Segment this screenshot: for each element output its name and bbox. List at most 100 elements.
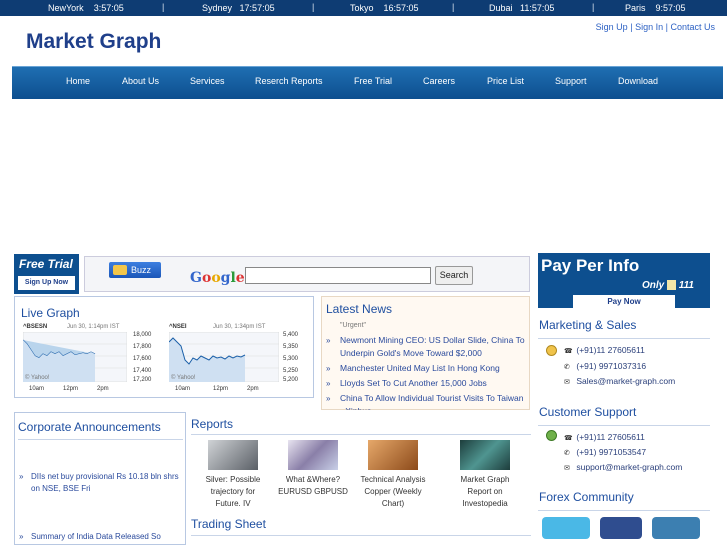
news-item[interactable]: » Newmont Mining CEO: US Dollar Slide, Ch…: [326, 334, 526, 360]
nav-download[interactable]: Download: [618, 76, 658, 86]
email-line[interactable]: ✉ support@market-graph.com: [564, 462, 682, 472]
pay-per-info-box: Pay Per Info Only 111 Pay Now: [538, 253, 710, 308]
y-tick: 17,800: [133, 344, 152, 350]
y-tick: 5,250: [283, 368, 299, 374]
search-input[interactable]: [245, 267, 431, 284]
email-icon: ✉: [564, 465, 570, 472]
divider: [191, 535, 531, 536]
search-button[interactable]: Search: [435, 266, 473, 285]
news-item[interactable]: » China To Allow Individual Tourist Visit…: [326, 392, 526, 410]
clock-newyork: NewYork 3:57:05: [48, 3, 124, 13]
wordpress-icon[interactable]: [652, 517, 700, 539]
x-tick: 12pm: [63, 386, 79, 392]
clock-paris: Paris 9:57:05: [625, 3, 686, 13]
rupee-icon: [667, 280, 677, 291]
buzz-button[interactable]: Buzz: [109, 262, 161, 278]
news-item[interactable]: » Lloyds Set To Cut Another 15,000 Jobs: [326, 377, 526, 390]
nav-careers[interactable]: Careers: [423, 76, 455, 86]
x-tick: 10am: [175, 386, 191, 392]
y-tick: 5,350: [283, 344, 299, 350]
forex-community-title: Forex Community: [539, 490, 634, 504]
report-item[interactable]: Silver: Possible trajectory for Future. …: [197, 440, 269, 510]
x-tick: 12pm: [213, 386, 229, 392]
phone-icon: ☎: [564, 348, 573, 355]
email-line[interactable]: ✉ Sales@market-graph.com: [564, 376, 675, 386]
news-item[interactable]: » Manchester United May List In Hong Kong: [326, 362, 526, 375]
announcement-item[interactable]: » Summary of India Data Released So: [19, 531, 179, 543]
site-header: Market Graph Sign Up | Sign In | Contact…: [12, 18, 723, 66]
nav-price-list[interactable]: Price List: [487, 76, 524, 86]
clock-separator: |: [592, 2, 595, 12]
x-tick: 2pm: [97, 386, 109, 392]
mobile-icon: ✆: [564, 364, 570, 371]
divider: [538, 425, 710, 426]
report-item[interactable]: Market Graph Report on Investopedia: [449, 440, 521, 510]
mobile-line: ✆ (+91) 9971053547: [564, 447, 647, 457]
site-logo[interactable]: Market Graph: [26, 30, 161, 54]
phone-line: ☎ (+91)11 27605611: [564, 345, 645, 355]
y-tick: 17,400: [133, 368, 152, 374]
nav-support[interactable]: Support: [555, 76, 587, 86]
divider: [538, 338, 710, 339]
chart-symbol: ^BSESN: [23, 324, 48, 330]
x-tick: 2pm: [247, 386, 259, 392]
forex-community-panel: Forex Community: [538, 490, 710, 545]
search-bar: Buzz Google Search: [84, 256, 530, 292]
y-tick: 18,000: [133, 332, 152, 338]
report-thumbnail: [208, 440, 258, 470]
reports-title: Reports: [191, 417, 234, 431]
trading-sheet-title: Trading Sheet: [191, 517, 266, 531]
report-thumbnail: [460, 440, 510, 470]
clock-tokyo: Tokyo 16:57:05: [350, 3, 419, 13]
y-tick: 17,200: [133, 377, 152, 383]
announcement-item[interactable]: » DIIs net buy provisional Rs 10.18 bln s…: [19, 471, 179, 495]
clock-separator: |: [312, 2, 315, 12]
report-item[interactable]: Technical Analysis Copper (Weekly Chart): [357, 440, 429, 510]
clock-separator: |: [162, 2, 165, 12]
buzz-icon: [113, 265, 127, 275]
mobile-icon: ✆: [564, 450, 570, 457]
reports-section: Reports Silver: Possible trajectory for …: [191, 414, 531, 528]
sign-up-now-button[interactable]: Sign Up Now: [18, 276, 75, 290]
latest-news-title: Latest News: [326, 302, 393, 316]
y-tick: 5,400: [283, 332, 299, 338]
nav-research-reports[interactable]: Reserch Reports: [255, 76, 323, 86]
nsei-chart[interactable]: ^NSEI Jun 30, 1:34pm IST 5,400 5,350 5,3…: [167, 324, 305, 396]
link-separator: |: [630, 22, 633, 32]
phone-icon: ☎: [564, 435, 573, 442]
main-nav: Home About Us Services Reserch Reports F…: [12, 66, 723, 99]
pay-per-info-title: Pay Per Info: [541, 256, 640, 275]
pay-now-button[interactable]: Pay Now: [573, 295, 675, 308]
account-links: Sign Up | Sign In | Contact Us: [596, 22, 715, 32]
divider: [538, 510, 710, 511]
nav-home[interactable]: Home: [66, 76, 90, 86]
nav-free-trial[interactable]: Free Trial: [354, 76, 392, 86]
divider: [191, 434, 531, 435]
signup-link[interactable]: Sign Up: [596, 22, 628, 32]
chart-credit: © Yahoo!: [171, 375, 196, 381]
pay-per-info-price: Only 111: [642, 280, 694, 291]
free-trial-title: Free Trial: [19, 257, 73, 271]
twitter-icon[interactable]: [542, 517, 590, 539]
facebook-icon[interactable]: [600, 517, 642, 539]
news-partial-item: "Urgent": [340, 322, 367, 329]
y-tick: 5,200: [283, 377, 299, 383]
x-tick: 10am: [29, 386, 45, 392]
nav-services[interactable]: Services: [190, 76, 225, 86]
bsesn-chart[interactable]: ^BSESN Jun 30, 1:14pm IST 18,000 17,800 …: [21, 324, 159, 396]
report-item[interactable]: What &Where? EURUSD GBPUSD: [277, 440, 349, 498]
email-icon: ✉: [564, 379, 570, 386]
report-thumbnail: [288, 440, 338, 470]
clock-dubai: Dubai 11:57:05: [489, 3, 555, 13]
clock-separator: |: [452, 2, 455, 12]
marketing-sales-title: Marketing & Sales: [539, 318, 637, 332]
y-tick: 17,600: [133, 356, 152, 362]
contact-link[interactable]: Contact Us: [670, 22, 715, 32]
live-graph-title: Live Graph: [21, 306, 80, 320]
mobile-line: ✆ (+91) 9971037316: [564, 361, 647, 371]
chart-credit: © Yahoo!: [25, 375, 50, 381]
nav-about-us[interactable]: About Us: [122, 76, 159, 86]
marketing-sales-panel: Marketing & Sales ☎ (+91)11 27605611 ✆ (…: [538, 318, 710, 394]
y-tick: 5,300: [283, 356, 299, 362]
signin-link[interactable]: Sign In: [635, 22, 663, 32]
